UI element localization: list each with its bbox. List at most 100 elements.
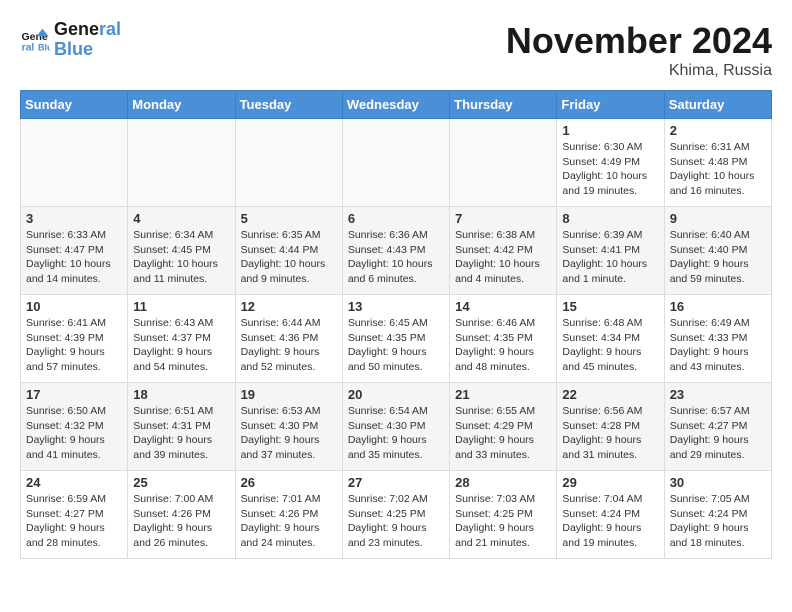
day-content: Sunrise: 7:01 AM Sunset: 4:26 PM Dayligh… — [241, 492, 337, 551]
day-number: 17 — [26, 387, 122, 402]
calendar-cell: 12Sunrise: 6:44 AM Sunset: 4:36 PM Dayli… — [235, 295, 342, 383]
day-number: 25 — [133, 475, 229, 490]
day-number: 4 — [133, 211, 229, 226]
calendar-cell: 30 Sunrise: 7:05 AM Sunset: 4:24 PM Dayli… — [664, 471, 771, 559]
weekday-header-thursday: Thursday — [450, 91, 557, 119]
day-content: Sunrise: 6:34 AM Sunset: 4:45 PM Dayligh… — [133, 228, 229, 287]
day-number: 26 — [241, 475, 337, 490]
day-content: Sunrise: 6:48 AM Sunset: 4:34 PM Dayligh… — [562, 316, 658, 375]
calendar-header-row: SundayMondayTuesdayWednesdayThursdayFrid… — [21, 91, 772, 119]
calendar-cell: 10 Sunrise: 6:41 AM Sunset: 4:39 PM Dayli… — [21, 295, 128, 383]
logo: Gene ral Blue GeneralBlue — [20, 20, 121, 60]
day-number: 24 — [26, 475, 122, 490]
calendar-cell: 4 Sunrise: 6:34 AM Sunset: 4:45 PM Daylig… — [128, 207, 235, 295]
day-number: 11 — [133, 299, 229, 314]
calendar-cell: 7 Sunrise: 6:38 AM Sunset: 4:42 PM Daylig… — [450, 207, 557, 295]
day-content: Sunrise: 6:56 AM Sunset: 4:28 PM Dayligh… — [562, 404, 658, 463]
day-number: 16 — [670, 299, 766, 314]
day-number: 5 — [241, 211, 337, 226]
calendar-cell: 22Sunrise: 6:56 AM Sunset: 4:28 PM Dayli… — [557, 383, 664, 471]
day-content: Sunrise: 6:51 AM Sunset: 4:31 PM Dayligh… — [133, 404, 229, 463]
day-content: Sunrise: 6:38 AM Sunset: 4:42 PM Dayligh… — [455, 228, 551, 287]
day-content: Sunrise: 6:45 AM Sunset: 4:35 PM Dayligh… — [348, 316, 444, 375]
day-number: 28 — [455, 475, 551, 490]
day-content: Sunrise: 6:49 AM Sunset: 4:33 PM Dayligh… — [670, 316, 766, 375]
day-content: Sunrise: 6:53 AM Sunset: 4:30 PM Dayligh… — [241, 404, 337, 463]
calendar-cell: 15 Sunrise: 6:48 AM Sunset: 4:34 PM Dayli… — [557, 295, 664, 383]
day-content: Sunrise: 6:35 AM Sunset: 4:44 PM Dayligh… — [241, 228, 337, 287]
weekday-header-monday: Monday — [128, 91, 235, 119]
calendar-week-1: 1Sunrise: 6:30 AM Sunset: 4:49 PM Daylig… — [21, 119, 772, 207]
day-content: Sunrise: 7:00 AM Sunset: 4:26 PM Dayligh… — [133, 492, 229, 551]
weekday-header-friday: Friday — [557, 91, 664, 119]
calendar-week-4: 17 Sunrise: 6:50 AM Sunset: 4:32 PM Dayli… — [21, 383, 772, 471]
month-title: November 2024 — [506, 20, 772, 62]
calendar-cell: 18 Sunrise: 6:51 AM Sunset: 4:31 PM Dayli… — [128, 383, 235, 471]
calendar-cell — [342, 119, 449, 207]
day-content: Sunrise: 6:33 AM Sunset: 4:47 PM Dayligh… — [26, 228, 122, 287]
day-number: 1 — [562, 123, 658, 138]
day-content: Sunrise: 6:39 AM Sunset: 4:41 PM Dayligh… — [562, 228, 658, 287]
calendar-week-2: 3 Sunrise: 6:33 AM Sunset: 4:47 PM Daylig… — [21, 207, 772, 295]
svg-text:Blue: Blue — [38, 42, 50, 52]
calendar-cell: 2 Sunrise: 6:31 AM Sunset: 4:48 PM Daylig… — [664, 119, 771, 207]
calendar-table: SundayMondayTuesdayWednesdayThursdayFrid… — [20, 90, 772, 559]
calendar-cell: 17 Sunrise: 6:50 AM Sunset: 4:32 PM Dayli… — [21, 383, 128, 471]
page-header: Gene ral Blue GeneralBlue November 2024 … — [20, 20, 772, 80]
calendar-cell: 11 Sunrise: 6:43 AM Sunset: 4:37 PM Dayli… — [128, 295, 235, 383]
calendar-cell — [450, 119, 557, 207]
calendar-cell: 19 Sunrise: 6:53 AM Sunset: 4:30 PM Dayli… — [235, 383, 342, 471]
calendar-cell: 3 Sunrise: 6:33 AM Sunset: 4:47 PM Daylig… — [21, 207, 128, 295]
weekday-header-tuesday: Tuesday — [235, 91, 342, 119]
day-content: Sunrise: 6:50 AM Sunset: 4:32 PM Dayligh… — [26, 404, 122, 463]
calendar-cell: 6Sunrise: 6:36 AM Sunset: 4:43 PM Daylig… — [342, 207, 449, 295]
day-content: Sunrise: 6:46 AM Sunset: 4:35 PM Dayligh… — [455, 316, 551, 375]
logo-icon: Gene ral Blue — [20, 25, 50, 55]
calendar-cell: 16 Sunrise: 6:49 AM Sunset: 4:33 PM Dayli… — [664, 295, 771, 383]
day-content: Sunrise: 6:36 AM Sunset: 4:43 PM Dayligh… — [348, 228, 444, 287]
calendar-cell: 5 Sunrise: 6:35 AM Sunset: 4:44 PM Daylig… — [235, 207, 342, 295]
day-content: Sunrise: 6:54 AM Sunset: 4:30 PM Dayligh… — [348, 404, 444, 463]
day-content: Sunrise: 7:02 AM Sunset: 4:25 PM Dayligh… — [348, 492, 444, 551]
calendar-cell — [235, 119, 342, 207]
day-number: 10 — [26, 299, 122, 314]
day-number: 15 — [562, 299, 658, 314]
day-number: 19 — [241, 387, 337, 402]
calendar-cell — [21, 119, 128, 207]
day-content: Sunrise: 7:05 AM Sunset: 4:24 PM Dayligh… — [670, 492, 766, 551]
day-number: 3 — [26, 211, 122, 226]
day-content: Sunrise: 7:04 AM Sunset: 4:24 PM Dayligh… — [562, 492, 658, 551]
svg-text:ral: ral — [22, 41, 35, 53]
day-content: Sunrise: 6:31 AM Sunset: 4:48 PM Dayligh… — [670, 140, 766, 199]
day-number: 20 — [348, 387, 444, 402]
calendar-cell: 20 Sunrise: 6:54 AM Sunset: 4:30 PM Dayli… — [342, 383, 449, 471]
day-content: Sunrise: 6:57 AM Sunset: 4:27 PM Dayligh… — [670, 404, 766, 463]
day-number: 27 — [348, 475, 444, 490]
calendar-cell: 21 Sunrise: 6:55 AM Sunset: 4:29 PM Dayli… — [450, 383, 557, 471]
day-content: Sunrise: 6:43 AM Sunset: 4:37 PM Dayligh… — [133, 316, 229, 375]
day-number: 30 — [670, 475, 766, 490]
day-number: 7 — [455, 211, 551, 226]
calendar-cell: 13 Sunrise: 6:45 AM Sunset: 4:35 PM Dayli… — [342, 295, 449, 383]
day-content: Sunrise: 6:44 AM Sunset: 4:36 PM Dayligh… — [241, 316, 337, 375]
weekday-header-saturday: Saturday — [664, 91, 771, 119]
day-number: 21 — [455, 387, 551, 402]
location-title: Khima, Russia — [506, 62, 772, 80]
calendar-cell: 23 Sunrise: 6:57 AM Sunset: 4:27 PM Dayli… — [664, 383, 771, 471]
calendar-cell — [128, 119, 235, 207]
calendar-cell: 28Sunrise: 7:03 AM Sunset: 4:25 PM Dayli… — [450, 471, 557, 559]
weekday-header-sunday: Sunday — [21, 91, 128, 119]
weekday-header-wednesday: Wednesday — [342, 91, 449, 119]
calendar-cell: 25 Sunrise: 7:00 AM Sunset: 4:26 PM Dayli… — [128, 471, 235, 559]
calendar-body: 1Sunrise: 6:30 AM Sunset: 4:49 PM Daylig… — [21, 119, 772, 559]
day-number: 18 — [133, 387, 229, 402]
day-content: Sunrise: 6:55 AM Sunset: 4:29 PM Dayligh… — [455, 404, 551, 463]
day-number: 29 — [562, 475, 658, 490]
calendar-cell: 9Sunrise: 6:40 AM Sunset: 4:40 PM Daylig… — [664, 207, 771, 295]
day-number: 13 — [348, 299, 444, 314]
day-number: 2 — [670, 123, 766, 138]
day-content: Sunrise: 6:41 AM Sunset: 4:39 PM Dayligh… — [26, 316, 122, 375]
day-number: 23 — [670, 387, 766, 402]
calendar-cell: 26 Sunrise: 7:01 AM Sunset: 4:26 PM Dayli… — [235, 471, 342, 559]
calendar-cell: 1Sunrise: 6:30 AM Sunset: 4:49 PM Daylig… — [557, 119, 664, 207]
